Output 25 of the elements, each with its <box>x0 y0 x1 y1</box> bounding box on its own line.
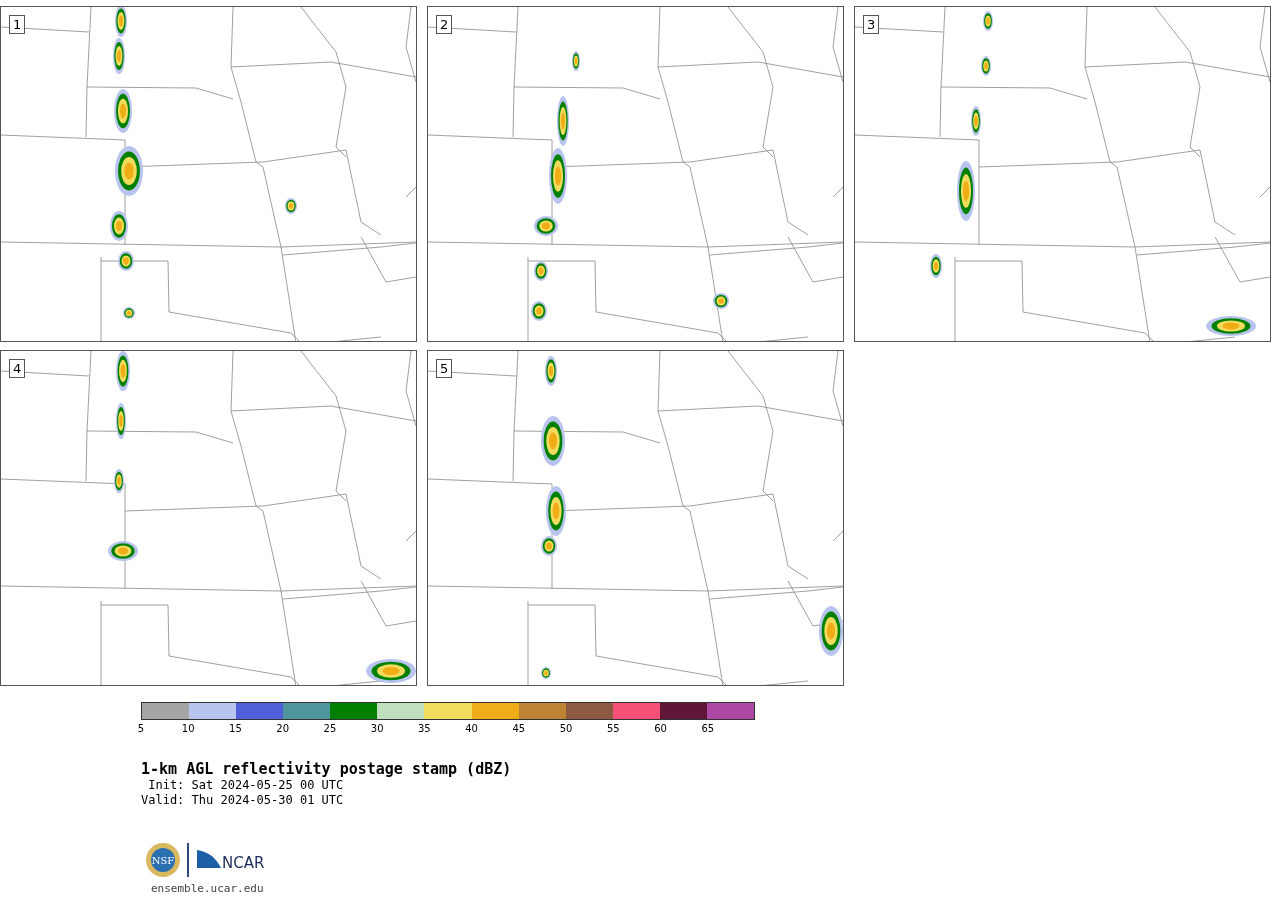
tick-label: 5 <box>137 723 145 734</box>
panel-number: 4 <box>9 359 26 378</box>
valid-time: Valid: Thu 2024-05-30 01 UTC <box>141 793 345 808</box>
tick-label: 25 <box>323 723 337 734</box>
nsf-logo: NSF <box>145 842 181 878</box>
chart-title: 1-km AGL reflectivity postage stamp (dBZ) <box>141 760 513 778</box>
tick-label: 30 <box>370 723 384 734</box>
tick-label: 60 <box>654 723 667 734</box>
tick-label: 20 <box>276 723 290 734</box>
init-time: Init: Sat 2024-05-25 00 UTC <box>147 778 345 793</box>
tick-label: 55 <box>606 723 620 734</box>
tick-label: 35 <box>418 723 431 734</box>
panel-number: 5 <box>436 359 453 378</box>
panel-number: 2 <box>436 15 453 34</box>
tick-label: 40 <box>465 723 478 734</box>
tick-label: 10 <box>181 723 195 734</box>
ncar-logo: NCAR <box>195 848 271 872</box>
tick-label: 45 <box>512 723 526 734</box>
tick-label: 50 <box>559 723 573 734</box>
panel-number: 1 <box>9 15 26 34</box>
tick-label: 15 <box>229 723 242 734</box>
divider-line-icon <box>187 843 189 877</box>
website-url: ensemble.ucar.edu <box>151 882 265 895</box>
panel-number: 3 <box>863 15 880 34</box>
tick-label: 65 <box>701 723 715 734</box>
